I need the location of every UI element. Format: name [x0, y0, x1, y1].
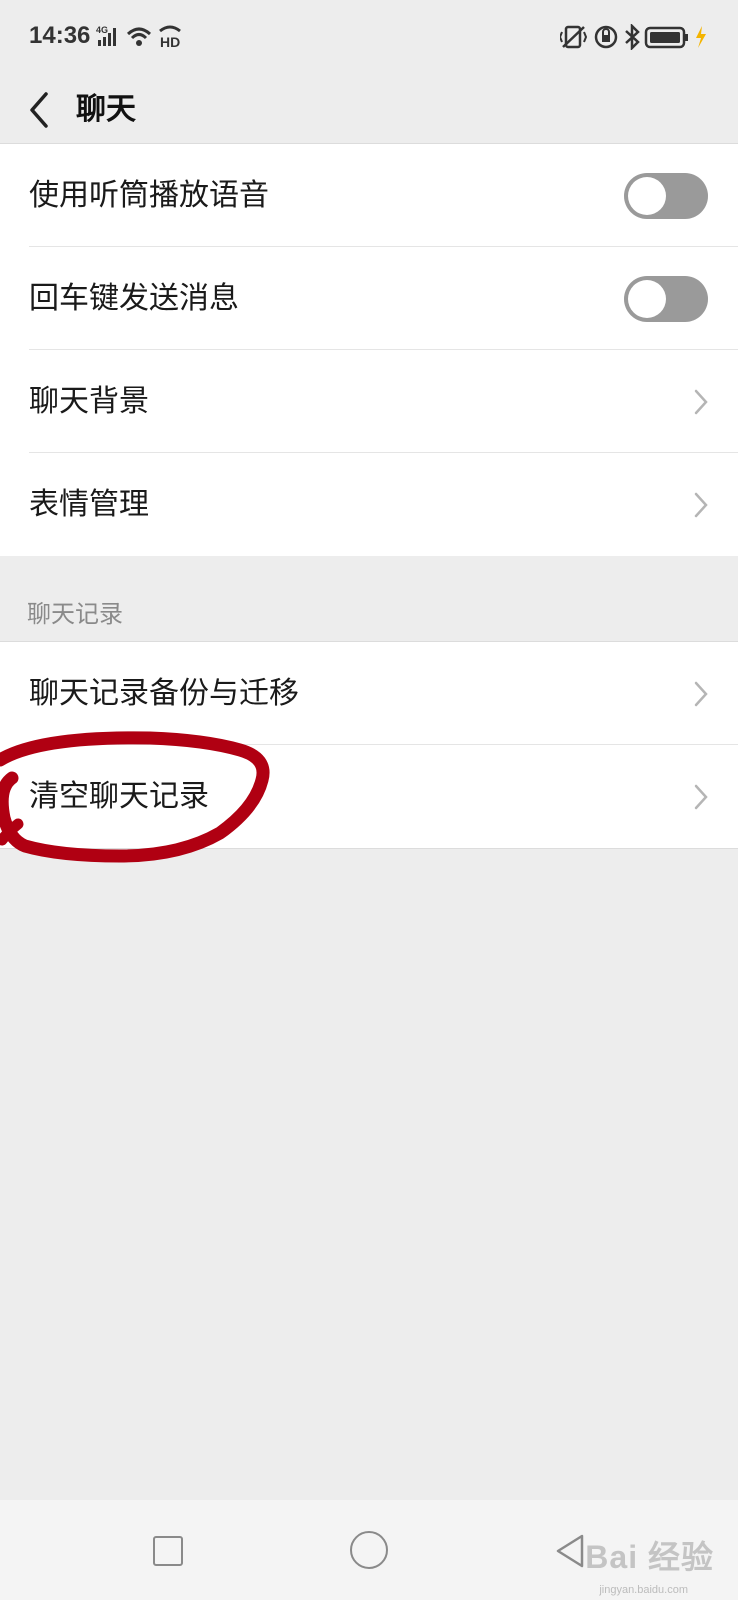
setting-row-enter-send[interactable]: 回车键发送消息	[0, 247, 738, 350]
page-title: 聊天	[76, 92, 136, 127]
setting-label: 清空聊天记录	[29, 779, 209, 814]
toggle-knob	[628, 280, 666, 318]
chevron-right-icon	[694, 389, 708, 415]
rotation-lock-icon	[594, 25, 618, 49]
back-button[interactable]	[20, 86, 60, 134]
chevron-right-icon	[694, 784, 708, 810]
vibrate-icon	[560, 25, 588, 49]
status-right-icons	[560, 24, 706, 50]
watermark-url: jingyan.baidu.com	[599, 1584, 688, 1596]
setting-label: 聊天记录备份与迁移	[29, 676, 299, 711]
settings-group: 使用听筒播放语音 回车键发送消息 聊天背景 表情管理	[0, 144, 738, 556]
nav-bar: 聊天	[0, 76, 738, 144]
chevron-right-icon	[694, 492, 708, 518]
setting-label: 聊天背景	[29, 384, 149, 419]
home-icon[interactable]	[350, 1531, 388, 1569]
system-nav-bar: Bai 经验 jingyan.baidu.com	[0, 1500, 738, 1600]
section-header-chat-history: 聊天记录	[27, 600, 123, 628]
signal-label: 4G	[96, 25, 108, 35]
wifi-icon	[126, 27, 152, 46]
chevron-left-icon	[30, 92, 48, 128]
setting-label: 回车键发送消息	[29, 281, 239, 316]
charging-icon	[696, 26, 706, 48]
setting-row-clear-history[interactable]: 清空聊天记录	[0, 745, 738, 848]
back-triangle-icon[interactable]	[552, 1532, 588, 1570]
chat-history-group: 聊天记录备份与迁移 清空聊天记录	[0, 641, 738, 849]
hd-label: HD	[160, 34, 180, 50]
signal-icon: 4G	[96, 25, 116, 46]
setting-row-chat-background[interactable]: 聊天背景	[0, 350, 738, 453]
setting-label: 使用听筒播放语音	[29, 178, 269, 213]
recent-apps-icon[interactable]	[153, 1536, 183, 1566]
setting-row-sticker-manage[interactable]: 表情管理	[0, 453, 738, 556]
earpiece-toggle[interactable]	[624, 173, 708, 219]
watermark-logo: Bai 经验	[585, 1539, 714, 1575]
setting-row-earpiece[interactable]: 使用听筒播放语音	[0, 144, 738, 247]
status-time: 14:36	[29, 22, 91, 49]
enter-send-toggle[interactable]	[624, 276, 708, 322]
toggle-knob	[628, 177, 666, 215]
battery-icon	[644, 26, 688, 49]
setting-row-backup-migrate[interactable]: 聊天记录备份与迁移	[0, 642, 738, 745]
chevron-right-icon	[694, 681, 708, 707]
bluetooth-icon	[625, 24, 640, 50]
hd-call-icon: HD	[159, 25, 181, 50]
status-left-icons: 4G HD	[96, 25, 181, 50]
status-bar: 14:36 4G HD	[0, 0, 738, 76]
setting-label: 表情管理	[29, 487, 149, 522]
